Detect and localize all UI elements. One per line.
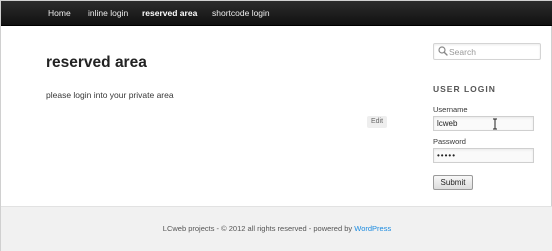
password-label: Password <box>433 137 466 146</box>
search-input[interactable] <box>449 44 537 59</box>
top-navigation: Home inline login reserved area shortcod… <box>1 1 552 26</box>
username-field[interactable] <box>433 116 534 131</box>
user-login-widget-title: USER LOGIN <box>433 84 496 94</box>
text-cursor-icon <box>493 118 497 130</box>
submit-button[interactable]: Submit <box>433 175 473 190</box>
nav-item-shortcode-login[interactable]: shortcode login <box>212 1 270 26</box>
page-title: reserved area <box>46 54 147 71</box>
password-field[interactable] <box>433 148 534 163</box>
username-label: Username <box>433 105 468 114</box>
footer-copyright: LCweb projects - © 2012 all rights reser… <box>162 224 353 233</box>
nav-item-inline-login[interactable]: inline login <box>88 1 128 26</box>
nav-item-reserved-area[interactable]: reserved area <box>142 1 197 26</box>
footer-wordpress-link[interactable]: WordPress <box>354 224 391 233</box>
edit-link[interactable]: Edit <box>367 116 387 128</box>
search-icon <box>438 46 448 56</box>
page-body-text: please login into your private area <box>46 90 174 100</box>
footer-text: LCweb projects - © 2012 all rights reser… <box>1 224 552 233</box>
nav-item-home[interactable]: Home <box>48 1 71 26</box>
page: Home inline login reserved area shortcod… <box>0 0 552 251</box>
